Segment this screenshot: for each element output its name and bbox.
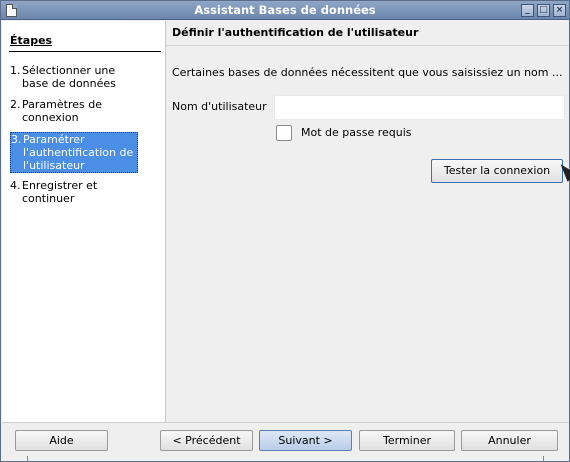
step-label: Paramétrer l'authentification de l'utili… (23, 133, 134, 172)
help-button[interactable]: Aide (15, 430, 108, 451)
window-bottom-edge (27, 456, 544, 462)
step-item-user-authentication[interactable]: 3. Paramétrer l'authentification de l'ut… (10, 132, 138, 173)
back-button[interactable]: < Précédent (160, 430, 253, 451)
step-item-connection-settings[interactable]: 2. Paramètres de connexion (10, 98, 138, 124)
username-label: Nom d'utilisateur (172, 100, 267, 113)
password-required-checkbox[interactable] (276, 125, 292, 141)
dialog-window: Assistant Bases de données _ □ × Étapes … (0, 0, 570, 462)
steps-heading: Étapes (10, 34, 53, 47)
step-item-select-database[interactable]: 1. Sélectionner une base de données (10, 64, 138, 90)
step-label: Sélectionner une base de données (22, 64, 116, 90)
step-number: 3. (11, 133, 22, 146)
username-input[interactable] (274, 95, 565, 120)
test-connection-button[interactable]: Tester la connexion (431, 159, 563, 183)
step-label: Paramètres de connexion (22, 98, 102, 124)
cancel-button[interactable]: Annuler (461, 430, 558, 451)
footer-divider (2, 422, 569, 423)
title-bar: Assistant Bases de données _ □ × (1, 1, 569, 20)
close-icon[interactable]: × (553, 4, 566, 17)
finish-button[interactable]: Terminer (359, 430, 455, 451)
page-title: Définir l'authentification de l'utilisat… (172, 26, 419, 39)
step-number: 1. (10, 64, 21, 77)
username-label-text: Nom d'utilisateur (172, 100, 267, 113)
maximize-icon[interactable]: □ (537, 4, 550, 17)
next-button[interactable]: Suivant > (259, 430, 352, 451)
password-required-label[interactable]: Mot de passe requis (301, 126, 412, 139)
title-divider (166, 45, 569, 46)
steps-panel: Étapes 1. Sélectionner une base de donné… (2, 21, 166, 422)
minimize-icon[interactable]: _ (521, 4, 534, 17)
steps-divider (9, 51, 161, 52)
window-title: Assistant Bases de données (194, 3, 376, 17)
step-label: Enregistrer et continuer (22, 179, 98, 205)
description-text: Certaines bases de données nécessitent q… (172, 66, 563, 79)
step-item-save-and-continue[interactable]: 4. Enregistrer et continuer (10, 179, 138, 205)
step-number: 4. (10, 179, 21, 192)
step-number: 2. (10, 98, 21, 111)
